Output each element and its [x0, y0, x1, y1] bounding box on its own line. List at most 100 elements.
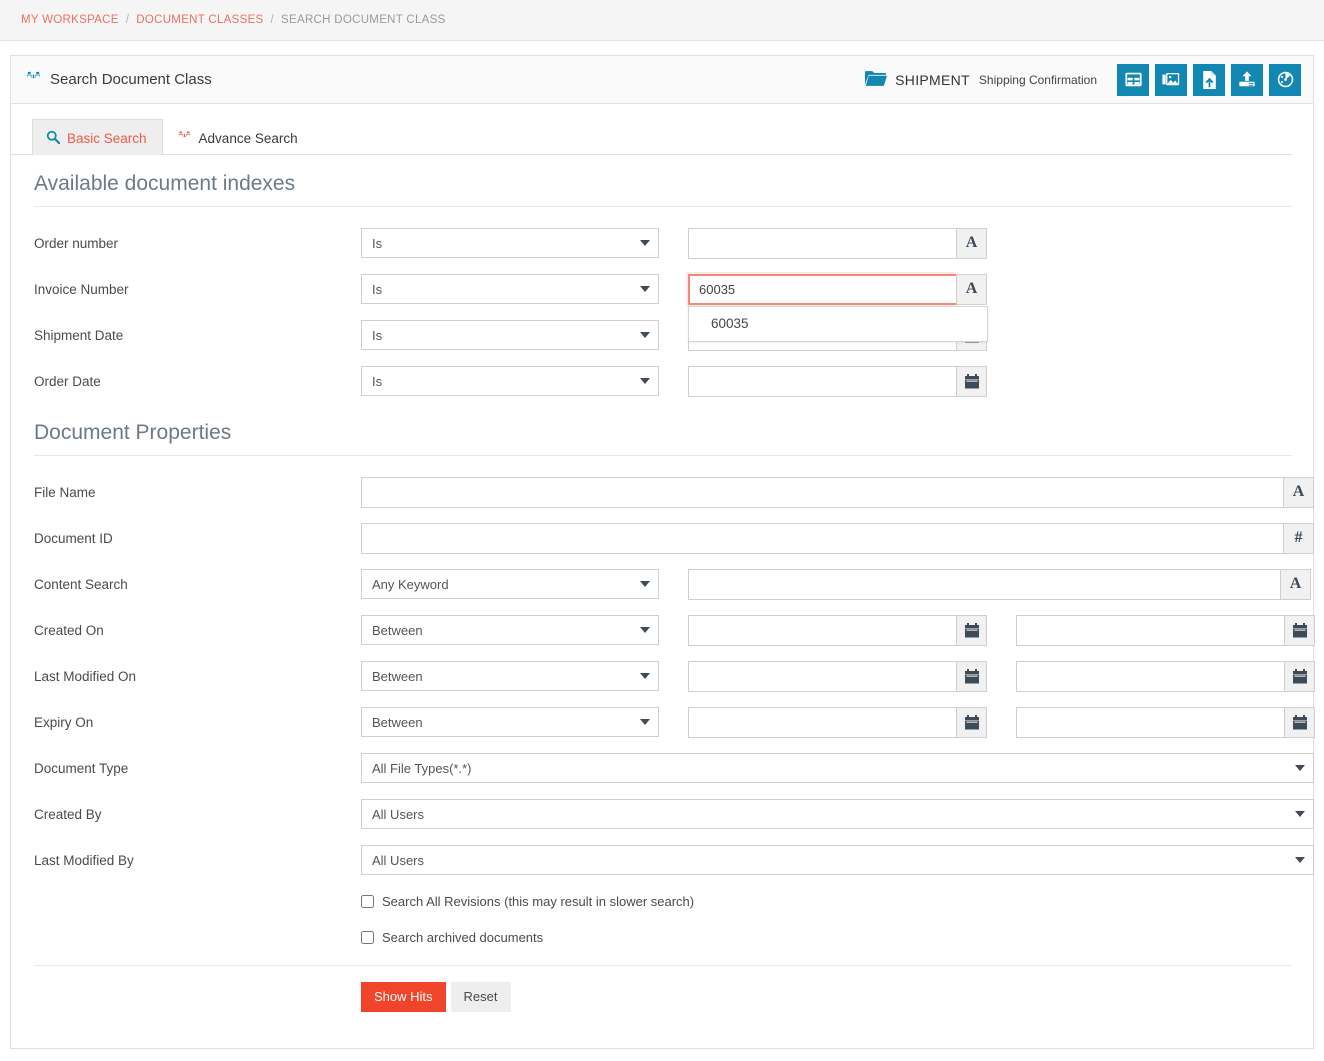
field-label: Document Type: [34, 760, 129, 776]
binoculars-icon: [177, 129, 192, 147]
condition-select-created-on[interactable]: Between: [361, 615, 659, 645]
condition-value: Between: [372, 668, 423, 684]
value-input-group-content-search: A: [688, 568, 1311, 600]
tab-basic-search[interactable]: Basic Search: [32, 119, 163, 155]
condition-select-shipment-date[interactable]: Is: [361, 320, 659, 350]
date-from-group-created-on: [688, 614, 987, 646]
last-modified-on-from-input[interactable]: [688, 660, 956, 692]
created-on-from-input[interactable]: [688, 614, 956, 646]
condition-value: Is: [372, 281, 383, 297]
field-label: Last Modified By: [34, 852, 134, 868]
form-actions: Show Hits Reset: [11, 966, 1313, 1048]
file-upload-icon[interactable]: [1193, 63, 1225, 96]
condition-select-last-modified-on[interactable]: Between: [361, 661, 659, 691]
order-date-input[interactable]: [688, 365, 956, 397]
autocomplete-dropdown: 60035: [688, 305, 988, 342]
calendar-icon[interactable]: [956, 365, 987, 397]
created-by-value: All Users: [372, 806, 425, 822]
field-row-invoice-number: Invoice Number Is A 60035: [34, 266, 1292, 342]
expiry-on-from-input[interactable]: [688, 706, 956, 738]
reset-button[interactable]: Reset: [450, 982, 511, 1012]
page-title-text: Search Document Class: [50, 71, 212, 88]
field-row-last-modified-on: Last Modified On Between: [34, 653, 1315, 699]
chevron-down-icon: [1295, 765, 1305, 771]
text-type-icon[interactable]: A: [1280, 568, 1311, 600]
file-name-input[interactable]: [361, 476, 1283, 508]
field-label: Order number: [34, 235, 119, 251]
number-type-icon[interactable]: #: [1283, 522, 1314, 554]
calendar-icon[interactable]: [1284, 706, 1315, 738]
text-type-icon[interactable]: A: [1283, 476, 1314, 508]
folder-icon: [865, 70, 888, 90]
binoculars-icon: [25, 69, 42, 90]
section-title-indexes: Available document indexes: [34, 172, 296, 195]
image-gallery-icon[interactable]: [1155, 63, 1187, 96]
field-label: Invoice Number: [34, 281, 129, 297]
show-hits-button[interactable]: Show Hits: [361, 982, 446, 1012]
search-icon: [46, 130, 61, 147]
breadcrumb-item-document-classes[interactable]: DOCUMENT CLASSES: [136, 14, 263, 26]
created-by-select[interactable]: All Users: [361, 799, 1314, 829]
condition-value: Any Keyword: [372, 576, 449, 592]
checkbox-row-search-archived: Search archived documents: [34, 919, 1292, 955]
chevron-down-icon: [640, 240, 650, 246]
condition-value: Between: [372, 714, 423, 730]
calendar-icon[interactable]: [956, 706, 987, 738]
calendar-icon[interactable]: [956, 614, 987, 646]
date-to-group-last-modified-on: [1016, 660, 1315, 692]
field-row-created-on: Created On Between: [34, 607, 1315, 653]
calendar-icon[interactable]: [1284, 614, 1315, 646]
last-modified-on-to-input[interactable]: [1016, 660, 1284, 692]
invoice-number-control: A 60035: [688, 273, 988, 342]
tab-advance-search[interactable]: Advance Search: [163, 119, 314, 155]
value-input-group-order-date: [688, 365, 987, 397]
autocomplete-option[interactable]: 60035: [689, 307, 987, 341]
search-all-revisions-label[interactable]: Search All Revisions (this may result in…: [382, 894, 694, 909]
order-number-input[interactable]: [688, 227, 956, 259]
value-input-group-order-number: A: [688, 227, 987, 259]
content-search-input[interactable]: [688, 568, 1280, 600]
last-modified-by-select[interactable]: All Users: [361, 845, 1314, 875]
search-archived-documents-checkbox[interactable]: [361, 930, 374, 944]
search-all-revisions-checkbox[interactable]: [361, 894, 374, 908]
text-type-icon[interactable]: A: [956, 273, 987, 305]
field-label: Document ID: [34, 530, 113, 546]
chevron-down-icon: [640, 673, 650, 679]
search-archived-documents-label[interactable]: Search archived documents: [382, 930, 543, 945]
date-to-group-created-on: [1016, 614, 1315, 646]
field-label: Shipment Date: [34, 327, 124, 343]
chevron-down-icon: [640, 378, 650, 384]
value-input-group-invoice-number: A: [688, 273, 987, 305]
condition-select-content-search[interactable]: Any Keyword: [361, 569, 659, 599]
upload-icon[interactable]: [1231, 63, 1263, 96]
dashboard-icon[interactable]: [1269, 63, 1301, 96]
checkbox-row-search-all-revisions: Search All Revisions (this may result in…: [34, 883, 1292, 919]
created-on-to-input[interactable]: [1016, 614, 1284, 646]
breadcrumb: MY WORKSPACE / DOCUMENT CLASSES / SEARCH…: [0, 0, 1324, 41]
text-type-icon[interactable]: A: [956, 227, 987, 259]
field-row-document-type: Document Type All File Types(*.*): [34, 745, 1314, 791]
field-label: Last Modified On: [34, 668, 137, 684]
invoice-number-input[interactable]: [688, 273, 956, 305]
value-input-group-file-name: A: [361, 476, 1314, 508]
condition-select-invoice-number[interactable]: Is: [361, 274, 659, 304]
chevron-down-icon: [1295, 857, 1305, 863]
expiry-on-to-input[interactable]: [1016, 706, 1284, 738]
field-row-document-id: Document ID #: [34, 515, 1314, 561]
condition-select-order-number[interactable]: Is: [361, 228, 659, 258]
condition-select-expiry-on[interactable]: Between: [361, 707, 659, 737]
field-label: Content Search: [34, 576, 128, 592]
grid-view-icon[interactable]: [1117, 63, 1149, 96]
field-row-expiry-on: Expiry On Between: [34, 699, 1315, 745]
condition-select-order-date[interactable]: Is: [361, 366, 659, 396]
breadcrumb-item-my-workspace[interactable]: MY WORKSPACE: [21, 14, 119, 26]
document-id-input[interactable]: [361, 522, 1283, 554]
document-type-select[interactable]: All File Types(*.*): [361, 753, 1314, 783]
chevron-down-icon: [640, 332, 650, 338]
field-row-file-name: File Name A: [34, 469, 1314, 515]
calendar-icon[interactable]: [1284, 660, 1315, 692]
calendar-icon[interactable]: [956, 660, 987, 692]
field-row-shipment-date: Shipment Date Is: [34, 312, 1292, 358]
chevron-down-icon: [640, 627, 650, 633]
last-modified-by-value: All Users: [372, 852, 425, 868]
